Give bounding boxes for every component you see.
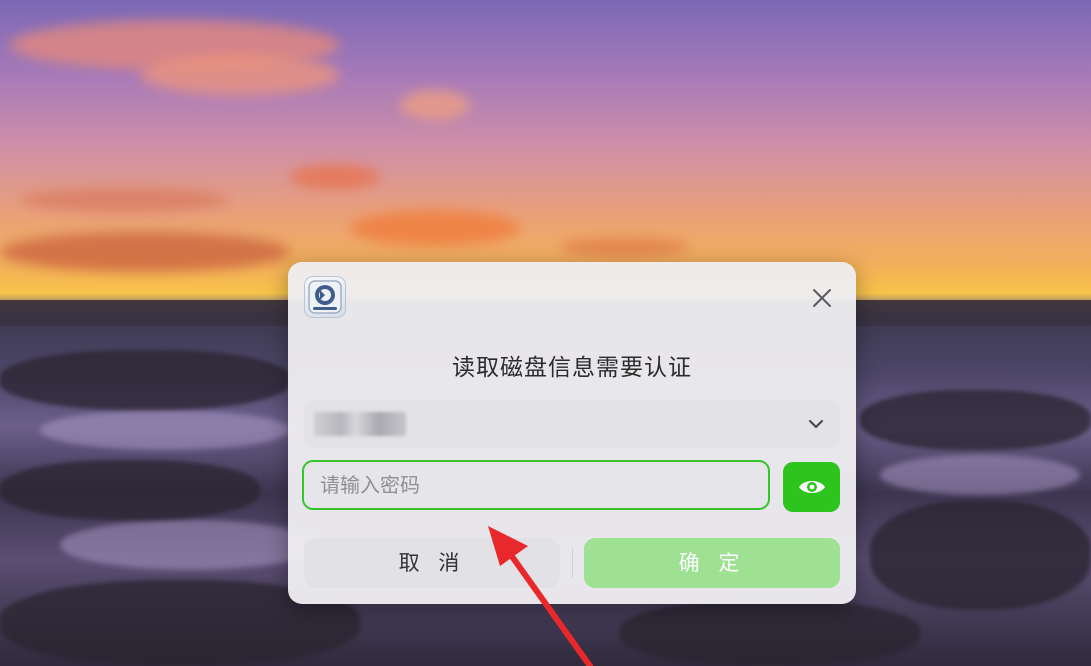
eye-icon	[799, 481, 825, 493]
wallpaper-cloud	[400, 90, 470, 120]
disk-utility-icon	[304, 276, 346, 318]
wallpaper-rock	[620, 600, 920, 666]
wallpaper-cloud	[290, 165, 380, 189]
username-redacted	[314, 412, 406, 436]
close-icon	[813, 289, 831, 307]
show-password-button[interactable]	[783, 462, 840, 512]
wallpaper-cloud	[0, 232, 290, 272]
wallpaper-cloud	[140, 55, 340, 95]
wallpaper-pool	[60, 520, 320, 570]
password-field[interactable]	[302, 460, 770, 510]
wallpaper-pool	[40, 410, 290, 450]
desktop-wallpaper: 读取磁盘信息需要认证 取 消 确 定	[0, 0, 1091, 666]
wallpaper-cloud	[350, 210, 520, 246]
wallpaper-cloud	[560, 238, 690, 256]
confirm-button[interactable]: 确 定	[584, 538, 840, 588]
wallpaper-rock	[0, 350, 290, 410]
password-input[interactable]	[304, 462, 768, 508]
chevron-down-icon	[809, 420, 823, 428]
wallpaper-rock	[870, 500, 1091, 610]
user-select-dropdown[interactable]	[304, 400, 840, 448]
wallpaper-rock	[860, 390, 1091, 450]
wallpaper-pool	[880, 455, 1080, 495]
annotation-arrow	[488, 526, 593, 666]
wallpaper-rock	[0, 460, 260, 520]
dialog-title: 读取磁盘信息需要认证	[452, 355, 692, 381]
wallpaper-cloud	[20, 188, 230, 212]
close-button[interactable]	[810, 286, 834, 310]
